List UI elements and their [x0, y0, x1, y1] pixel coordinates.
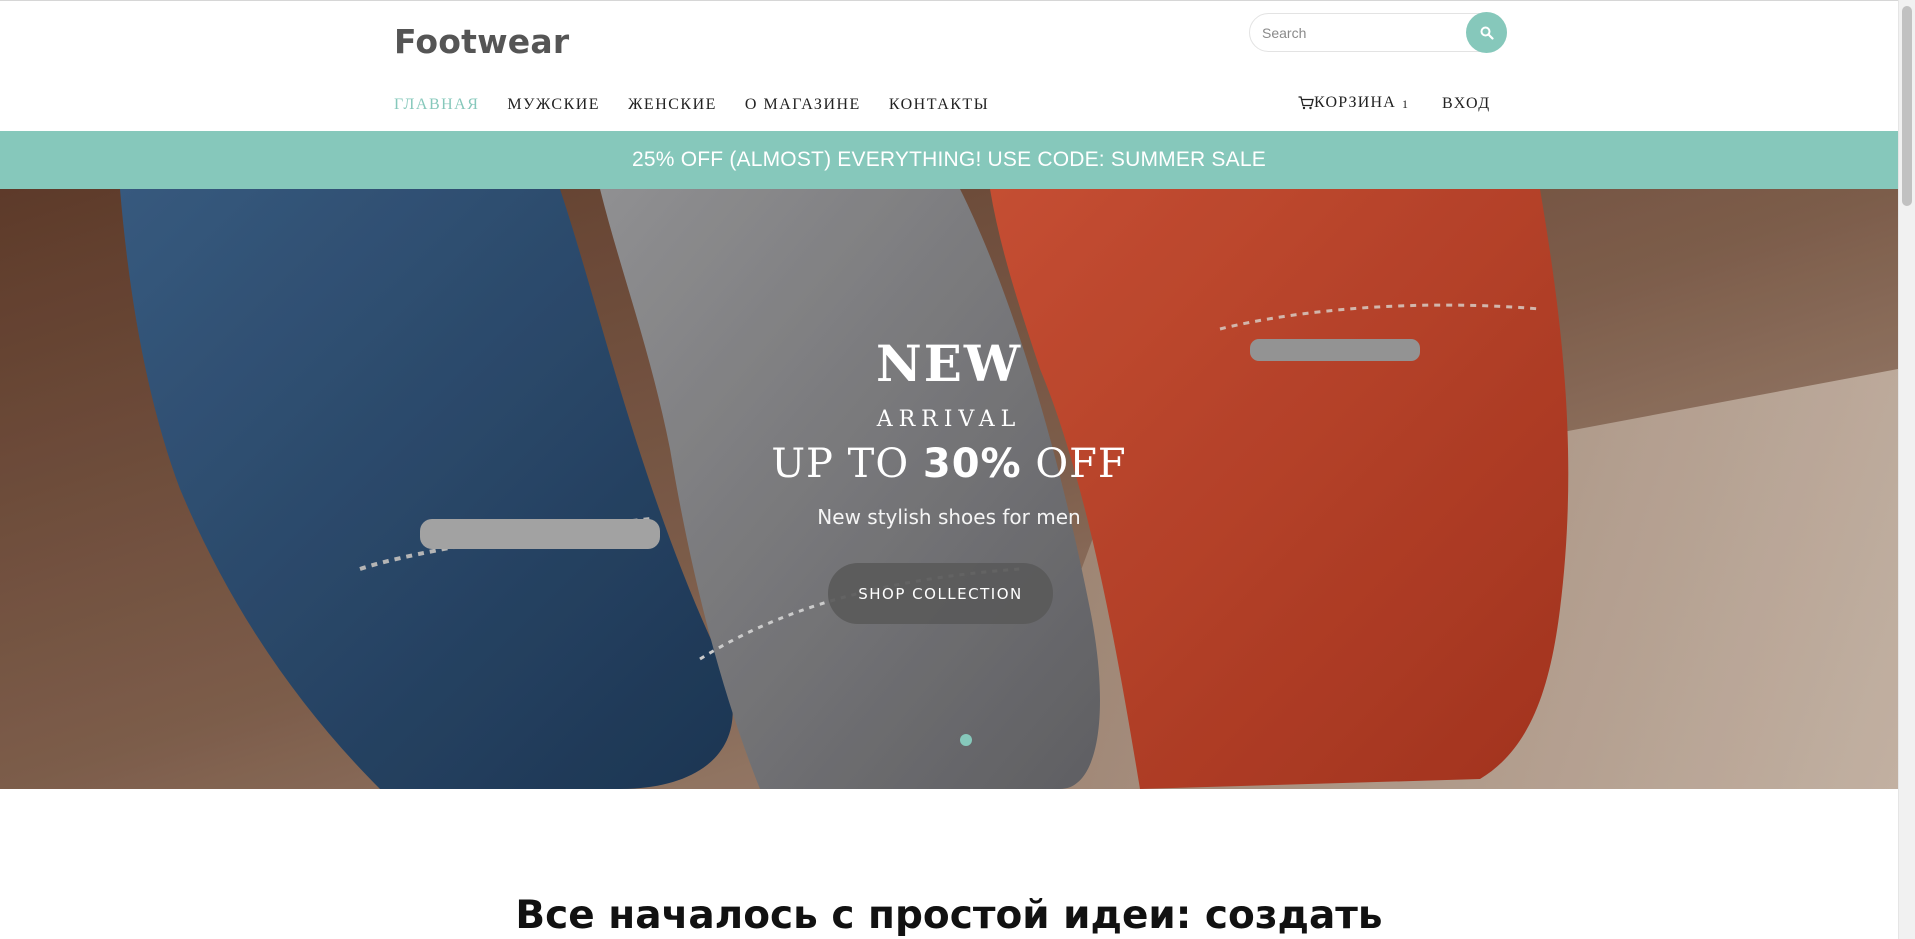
cart-count-badge: 1 [1402, 97, 1410, 111]
hero-image [0, 189, 1898, 789]
scrollbar-thumb[interactable] [1902, 6, 1912, 206]
nav-item-about[interactable]: О МАГАЗИНЕ [745, 96, 861, 114]
cart-label: КОРЗИНА [1314, 94, 1397, 111]
top-border [0, 0, 1898, 1]
cart-link[interactable]: КОРЗИНА 1 [1298, 94, 1409, 112]
login-link[interactable]: ВХОД [1442, 95, 1491, 113]
search-icon [1480, 26, 1494, 40]
hero-slider: NEW ARRIVAL UP TO 30% OFF New stylish sh… [0, 189, 1898, 789]
shop-collection-button[interactable]: SHOP COLLECTION [828, 563, 1053, 624]
page-scrollbar[interactable] [1898, 0, 1915, 939]
promo-banner: 25% OFF (ALMOST) EVERYTHING! USE CODE: S… [0, 131, 1898, 189]
slider-dot-active[interactable] [960, 734, 972, 746]
nav-item-contacts[interactable]: КОНТАКТЫ [889, 96, 989, 114]
nav-item-women[interactable]: ЖЕНСКИЕ [628, 96, 717, 114]
section-headline: Все началось с простой идеи: создать [515, 893, 1383, 938]
nav-item-men[interactable]: МУЖСКИЕ [507, 96, 600, 114]
main-nav: ГЛАВНАЯ МУЖСКИЕ ЖЕНСКИЕ О МАГАЗИНЕ КОНТА… [394, 96, 1017, 114]
search-button[interactable] [1466, 12, 1507, 53]
search-input[interactable] [1262, 23, 1462, 43]
promo-text: 25% OFF (ALMOST) EVERYTHING! USE CODE: S… [632, 148, 1266, 171]
cart-icon [1298, 96, 1314, 110]
site-logo[interactable]: Footwear [394, 22, 569, 61]
nav-item-home[interactable]: ГЛАВНАЯ [394, 96, 479, 114]
